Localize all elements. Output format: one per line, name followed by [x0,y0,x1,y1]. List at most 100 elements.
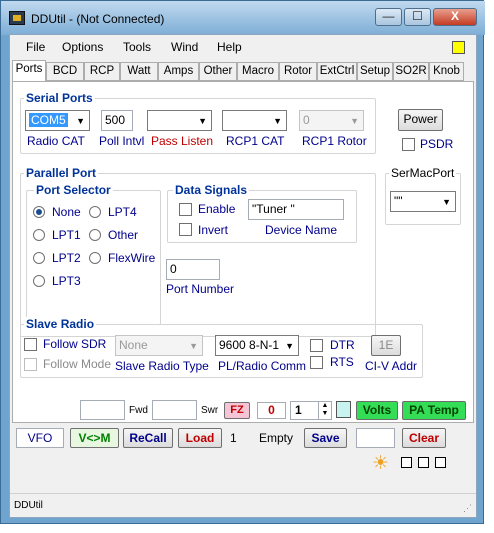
menu-wind[interactable]: Wind [171,40,198,54]
menu-file[interactable]: File [26,40,45,54]
menu-options[interactable]: Options [62,40,103,54]
vfo-mem-swap-button[interactable]: V<>M [70,428,119,448]
radio-flexwire-label: FlexWire [108,251,156,265]
window-title: DDUtil - (Not Connected) [31,12,165,26]
enable-checkbox[interactable] [179,203,192,216]
radio-lpt2-label: LPT2 [52,251,81,265]
radio-lpt4[interactable] [89,206,101,218]
save-button[interactable]: Save [304,428,347,448]
slave-radio-title: Slave Radio [24,317,97,331]
tab-rotor[interactable]: Rotor [279,62,317,81]
device-name-label: Device Name [265,223,338,237]
memory-number: 1 [230,431,237,445]
app-window: DDUtil - (Not Connected) — ☐ X File Opti… [0,0,485,524]
chevron-down-icon: ▼ [198,116,207,126]
clear-button[interactable]: Clear [402,428,446,448]
poll-interval-input[interactable]: 500 [101,110,133,131]
sermacport-select[interactable]: "" ▼ [390,191,456,212]
enable-label: Enable [198,202,236,216]
tab-knob[interactable]: Knob [429,62,464,81]
minimize-button[interactable]: — [375,8,402,26]
device-name-input[interactable]: "Tuner " [248,199,344,220]
follow-mode-label: Follow Mode [43,357,112,371]
chevron-down-icon: ▼ [273,116,282,126]
dtr-checkbox[interactable] [310,339,323,352]
rts-label: RTS [330,355,354,369]
radio-cat-label: Radio CAT [27,134,85,148]
indicator-box-1[interactable] [401,457,412,468]
ports-panel: Serial Ports COM5 ▼ Radio CAT 500 Poll I… [12,81,474,423]
fwd-display [80,400,125,420]
tab-other[interactable]: Other [199,62,237,81]
sun-icon[interactable]: ☀ [372,452,389,475]
pass-listen-label: Pass Listen [151,134,214,148]
power-button[interactable]: Power [398,109,443,131]
radio-other[interactable] [89,229,101,241]
tab-watt[interactable]: Watt [120,62,158,81]
rts-checkbox[interactable] [310,356,323,369]
spin-arrows-icon[interactable]: ▲ ▼ [318,402,331,419]
status-bar: DDUtil ⋰ [10,493,476,517]
radio-cat-value: COM5 [29,113,68,127]
follow-mode-checkbox[interactable] [24,358,37,371]
pl-radio-comm-select[interactable]: 9600 8-N-1 ▼ [215,335,299,356]
invert-label: Invert [198,223,229,237]
status-indicator[interactable] [452,41,465,54]
chevron-down-icon: ▼ [76,116,85,126]
menu-help[interactable]: Help [217,40,242,54]
chevron-down-icon: ▼ [442,197,451,207]
tab-so2r[interactable]: SO2R [393,62,429,81]
resize-grip-icon[interactable]: ⋰ [463,503,472,514]
civ-addr-input[interactable]: 1E [371,335,401,356]
load-button[interactable]: Load [178,428,222,448]
slave-radio-type-select[interactable]: None ▼ [115,335,203,356]
radio-lpt3[interactable] [33,275,45,287]
menu-tools[interactable]: Tools [123,40,151,54]
tab-ports[interactable]: Ports [12,60,46,82]
tab-extctrl[interactable]: ExtCtrl [317,62,357,81]
port-number-label: Port Number [166,282,235,296]
indicator-box-2[interactable] [418,457,429,468]
port-number-input[interactable]: 0 [166,259,220,280]
slave-radio-type-value: None [119,338,148,352]
poll-interval-label: Poll Intvl [99,134,145,148]
rcp1-cat-select[interactable]: ▼ [222,110,287,131]
close-button[interactable]: X [433,8,477,26]
rcp1-rotor-select[interactable]: 0 ▼ [299,110,364,131]
vfo-display: VFO [16,428,64,448]
memory-empty-label: Empty [259,431,294,445]
sermacport-value: "" [394,194,403,208]
title-bar: DDUtil - (Not Connected) — ☐ X [1,1,485,35]
tab-setup[interactable]: Setup [357,62,393,81]
follow-sdr-checkbox[interactable] [24,338,37,351]
cyan-indicator[interactable] [336,401,351,418]
tab-bcd[interactable]: BCD [46,62,84,81]
radio-lpt2[interactable] [33,252,45,264]
tab-macro[interactable]: Macro [237,62,279,81]
radio-flexwire[interactable] [89,252,101,264]
recall-button[interactable]: ReCall [123,428,173,448]
radio-lpt3-label: LPT3 [52,274,81,288]
maximize-button[interactable]: ☐ [404,8,431,26]
swr-label: Swr [201,405,219,416]
rcp1-cat-label: RCP1 CAT [226,134,285,148]
status-text: DDUtil [14,500,43,511]
memory-display [356,428,395,448]
radio-lpt1[interactable] [33,229,45,241]
pass-listen-select[interactable]: ▼ [147,110,212,131]
indicator-box-3[interactable] [435,457,446,468]
pa-temp-button[interactable]: PA Temp [402,401,466,420]
fz-button[interactable]: FZ [224,402,250,419]
menu-bar: File Options Tools Wind Help [10,35,476,59]
psdr-label: PSDR [420,137,454,151]
radio-none[interactable] [33,206,45,218]
psdr-checkbox[interactable] [402,138,415,151]
sermacport-title: SerMacPort [389,166,457,180]
dtr-label: DTR [330,338,355,352]
radio-cat-select[interactable]: COM5 ▼ [25,110,90,131]
volts-button[interactable]: Volts [356,401,398,420]
tab-amps[interactable]: Amps [158,62,199,81]
slave-radio-type-label: Slave Radio Type [115,359,209,373]
invert-checkbox[interactable] [179,223,192,236]
tab-rcp[interactable]: RCP [84,62,120,81]
